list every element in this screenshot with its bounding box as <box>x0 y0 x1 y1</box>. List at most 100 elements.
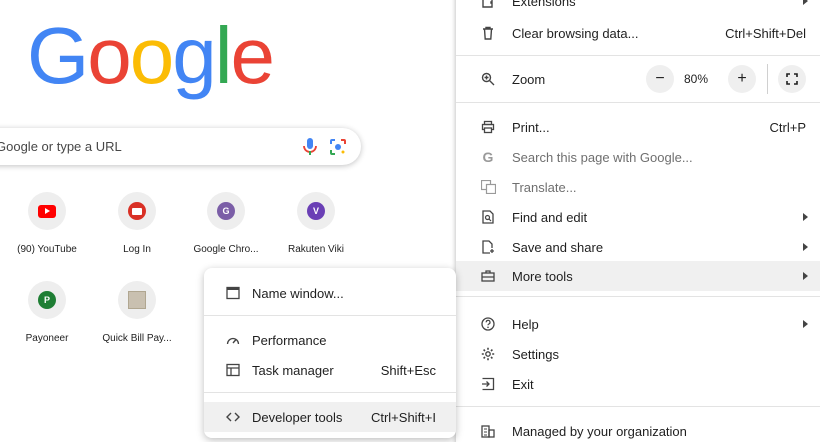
menu-item-label: Save and share <box>512 239 604 255</box>
find-icon <box>480 209 496 225</box>
chevron-right-icon <box>803 0 808 5</box>
fullscreen-icon <box>786 73 798 85</box>
shortcut-tile[interactable] <box>118 192 156 230</box>
zoom-out-button[interactable]: − <box>646 65 674 93</box>
shortcut-youtube[interactable]: (90) YouTube <box>2 192 92 255</box>
quickbill-favicon <box>128 291 146 309</box>
menu-item-label: Managed by your organization <box>512 423 687 439</box>
menu-item-help[interactable]: Help <box>456 309 820 339</box>
logo-letter: o <box>129 11 174 100</box>
menu-item-find-edit[interactable]: Find and edit <box>456 202 820 232</box>
menu-item-label: Find and edit <box>512 209 588 225</box>
shortcut-text: Ctrl+Shift+Del <box>725 25 806 41</box>
menu-item-settings[interactable]: Settings <box>456 339 820 369</box>
shortcut-payoneer[interactable]: P Payoneer <box>2 281 92 344</box>
exit-icon <box>480 376 496 392</box>
search-input[interactable]: Google or type a URL <box>0 139 122 154</box>
letter-p-icon: P <box>38 291 56 309</box>
menu-divider <box>456 55 820 56</box>
lens-icon[interactable] <box>329 138 347 156</box>
shortcut-text: Shift+Esc <box>380 362 436 378</box>
toolbox-icon <box>480 268 496 284</box>
logo-letter: e <box>230 11 275 100</box>
save-share-icon <box>480 239 496 255</box>
submenu-item-name-window[interactable]: Name window... <box>204 278 456 308</box>
menu-item-exit[interactable]: Exit <box>456 369 820 399</box>
chevron-right-icon <box>803 243 808 251</box>
shortcut-google-chrome[interactable]: G Google Chro... <box>181 192 271 255</box>
menu-divider <box>767 64 768 94</box>
menu-item-more-tools[interactable]: More tools <box>456 261 820 291</box>
zoom-in-button[interactable]: + <box>728 65 756 93</box>
shortcut-tile[interactable]: V <box>297 192 335 230</box>
menu-item-label: Zoom <box>512 71 546 87</box>
search-box[interactable]: Google or type a URL <box>0 128 361 165</box>
menu-divider <box>456 406 820 407</box>
submenu-item-developer-tools[interactable]: Developer tools Ctrl+Shift+I <box>204 402 456 432</box>
menu-item-label: Settings <box>512 346 559 362</box>
menu-item-extensions[interactable]: Extensions <box>456 0 820 15</box>
puzzle-icon <box>480 0 496 10</box>
shortcut-label: Google Chro... <box>193 244 259 255</box>
menu-item-label: More tools <box>512 268 573 284</box>
google-logo: Google <box>27 11 275 100</box>
shortcut-tile[interactable] <box>118 281 156 319</box>
chevron-right-icon <box>803 213 808 221</box>
menu-item-label: Exit <box>512 376 534 392</box>
google-g-icon: G <box>482 149 494 165</box>
menu-item-label: Name window... <box>252 285 344 301</box>
menu-item-label: Help <box>512 316 539 332</box>
menu-item-translate[interactable]: Translate... <box>456 172 820 202</box>
code-icon <box>225 409 241 425</box>
menu-item-label: Task manager <box>252 362 334 378</box>
chevron-right-icon <box>803 272 808 280</box>
menu-divider <box>456 296 820 297</box>
fullscreen-button[interactable] <box>778 65 806 93</box>
gear-icon <box>480 346 496 362</box>
shortcut-tile[interactable] <box>28 192 66 230</box>
shortcut-tile[interactable]: P <box>28 281 66 319</box>
mic-icon[interactable] <box>301 137 319 157</box>
menu-item-label: Developer tools <box>252 409 343 425</box>
letter-v-icon: V <box>307 202 325 220</box>
menu-item-search-page[interactable]: G Search this page with Google... <box>456 142 820 172</box>
login-favicon <box>128 202 146 220</box>
logo-letter: o <box>87 11 131 100</box>
building-icon <box>480 423 496 439</box>
menu-item-label: Print... <box>512 119 550 135</box>
shortcut-login[interactable]: Log In <box>92 192 182 255</box>
trash-icon <box>480 25 496 41</box>
more-tools-submenu: Name window... Performance Task manager … <box>204 268 456 438</box>
menu-item-save-share[interactable]: Save and share <box>456 232 820 262</box>
menu-item-print[interactable]: Print... Ctrl+P <box>456 112 820 142</box>
menu-item-label: Translate... <box>512 179 577 195</box>
shortcut-label: Rakuten Viki <box>288 244 344 255</box>
new-tab-page: Google Google or type a URL (90) YouTube <box>0 0 820 442</box>
menu-item-label: Clear browsing data... <box>512 25 639 41</box>
chevron-right-icon <box>803 320 808 328</box>
shortcut-quick-bill-pay[interactable]: Quick Bill Pay... <box>92 281 182 344</box>
menu-item-label: Extensions <box>512 0 576 9</box>
logo-letter: g <box>172 11 216 100</box>
submenu-item-performance[interactable]: Performance <box>204 325 456 355</box>
shortcut-label: Log In <box>123 244 151 255</box>
menu-item-managed[interactable]: Managed by your organization <box>456 416 820 442</box>
shortcut-rakuten-viki[interactable]: V Rakuten Viki <box>271 192 361 255</box>
printer-icon <box>480 119 496 135</box>
menu-item-clear-browsing-data[interactable]: Clear browsing data... Ctrl+Shift+Del <box>456 18 820 48</box>
menu-item-label: Search this page with Google... <box>512 149 693 165</box>
submenu-item-task-manager[interactable]: Task manager Shift+Esc <box>204 355 456 385</box>
youtube-icon <box>38 204 56 218</box>
shortcut-label: Payoneer <box>25 333 69 344</box>
shortcut-tile[interactable]: G <box>207 192 245 230</box>
shortcut-text: Ctrl+P <box>769 119 806 135</box>
menu-divider <box>204 315 456 316</box>
menu-item-zoom: Zoom − 80% + <box>456 64 820 94</box>
window-icon <box>225 285 241 301</box>
letter-g-icon: G <box>217 202 235 220</box>
task-manager-icon <box>225 362 241 378</box>
menu-divider <box>456 102 820 103</box>
help-icon <box>480 316 496 332</box>
logo-letter: l <box>214 11 233 100</box>
shortcut-label: (90) YouTube <box>17 244 77 255</box>
